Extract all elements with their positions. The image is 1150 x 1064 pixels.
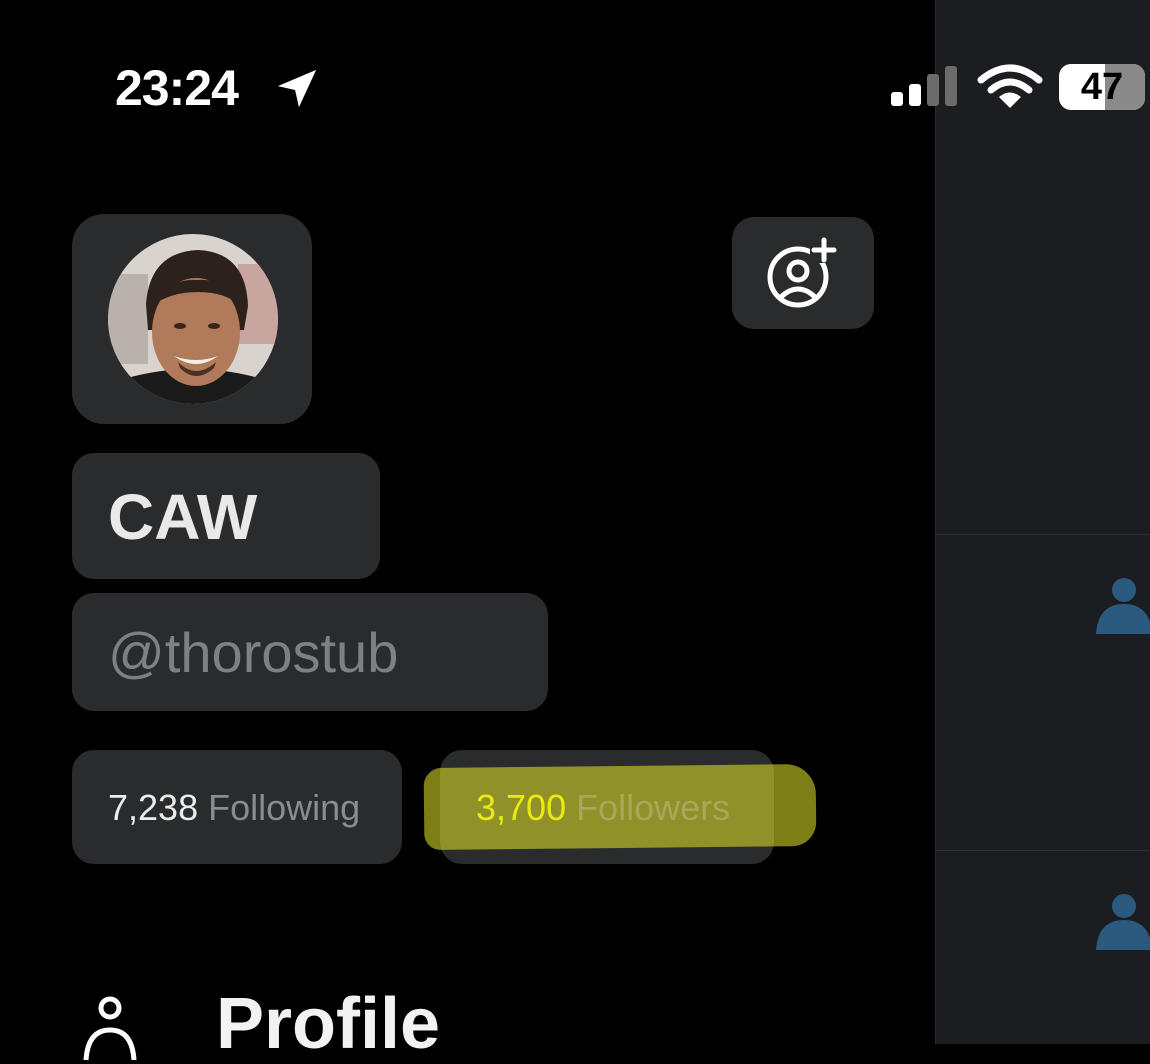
display-name-box: CAW [72, 453, 380, 579]
battery-indicator: 47 [1059, 64, 1145, 110]
add-account-button[interactable] [732, 217, 874, 329]
following-stat: 7,238 Following [108, 786, 360, 830]
location-arrow-icon [277, 69, 317, 108]
followers-count: 3,700 [476, 787, 567, 828]
followers-link[interactable]: 3,700 Followers [440, 750, 774, 864]
person-icon [83, 996, 137, 1061]
side-drawer: 23:24 CAW @thorostub 7,238 Following 3,7… [0, 0, 935, 1064]
default-avatar-icon [1096, 894, 1150, 950]
avatar-button[interactable] [72, 214, 312, 424]
add-account-icon [767, 237, 838, 308]
menu-item-profile[interactable]: Profile [72, 980, 572, 1064]
battery-level: 47 [1080, 66, 1124, 108]
avatar [108, 234, 278, 404]
handle-box: @thorostub [72, 593, 548, 711]
menu-item-label: Profile [216, 984, 441, 1064]
following-label: Following [208, 787, 361, 828]
following-link[interactable]: 7,238 Following [72, 750, 402, 864]
wifi-icon [977, 64, 1043, 108]
status-time: 23:24 [115, 60, 239, 116]
feed-divider [936, 850, 1150, 851]
followers-stat: 3,700 Followers [476, 786, 730, 830]
following-count: 7,238 [108, 787, 199, 828]
feed-divider [936, 534, 1150, 535]
timeline-peek: 47 [891, 0, 1150, 1044]
followers-label: Followers [576, 787, 731, 828]
default-avatar-icon [1096, 578, 1150, 634]
cellular-signal-icon [891, 66, 957, 106]
user-handle: @thorostub [108, 621, 399, 684]
display-name: CAW [108, 481, 258, 553]
